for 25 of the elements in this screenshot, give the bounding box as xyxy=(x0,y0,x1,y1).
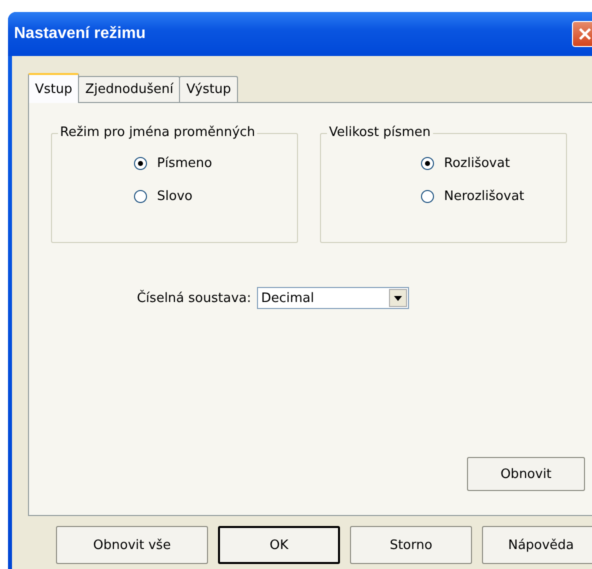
radio-label[interactable]: Nerozlišovat xyxy=(444,189,524,204)
dropdown-arrow-button[interactable] xyxy=(389,289,408,307)
close-icon xyxy=(577,26,592,42)
dialog-button[interactable]: Storno xyxy=(350,526,472,564)
close-button[interactable] xyxy=(572,21,592,47)
radio-button[interactable] xyxy=(134,157,147,170)
group-title: Režim pro jména proměnných xyxy=(58,125,258,140)
reset-button[interactable]: Obnovit xyxy=(467,457,585,491)
group-title: Velikost písmen xyxy=(327,125,433,140)
radio-label[interactable]: Písmeno xyxy=(157,156,212,171)
dialog-button[interactable]: Obnovit vše xyxy=(56,526,208,564)
dialog-button[interactable]: Nápověda xyxy=(482,526,592,564)
radio-button[interactable] xyxy=(421,190,434,203)
window-title: Nastavení režimu xyxy=(14,25,146,43)
field-label: Číselná soustava: xyxy=(136,290,252,306)
radio-label[interactable]: Rozlišovat xyxy=(444,156,510,171)
tab[interactable]: Výstup xyxy=(179,76,238,102)
dropdown[interactable]: Decimal xyxy=(257,287,410,309)
tab[interactable]: Zjednodušení xyxy=(78,76,180,102)
radio-button[interactable] xyxy=(421,157,434,170)
radio-label[interactable]: Slovo xyxy=(157,189,192,204)
radio-button[interactable] xyxy=(134,190,147,203)
tab[interactable]: Vstup xyxy=(28,73,80,103)
dialog-button[interactable]: OK xyxy=(218,526,340,564)
caret-icon xyxy=(394,296,402,300)
